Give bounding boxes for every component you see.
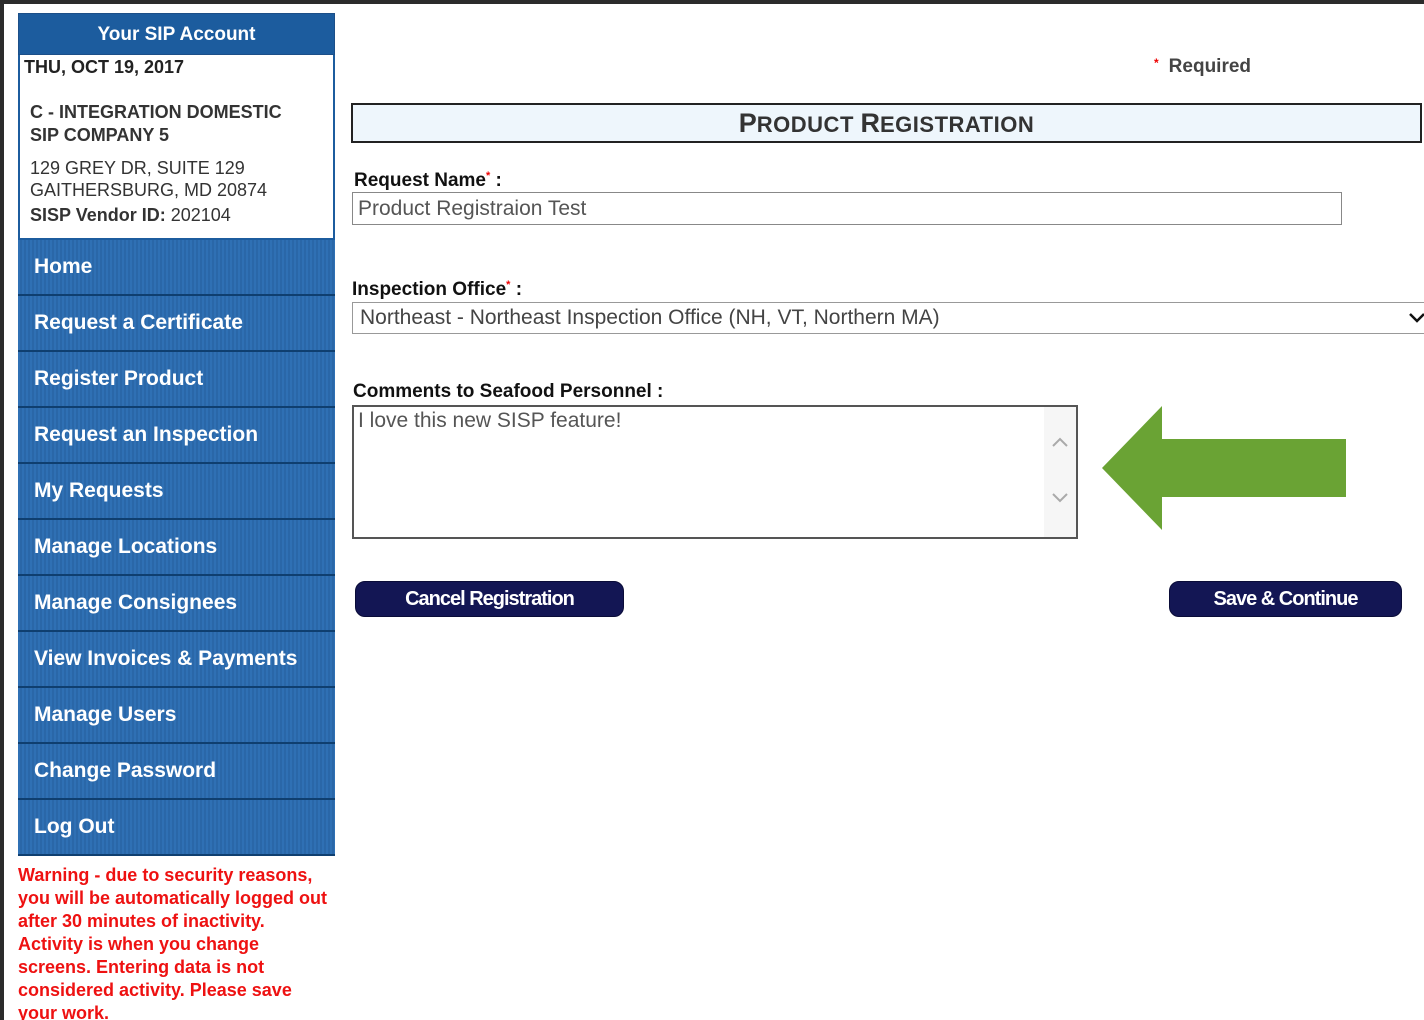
required-star: * <box>1154 56 1159 70</box>
inspection-office-select[interactable]: Northeast - Northeast Inspection Office … <box>352 302 1424 334</box>
address-line-1: 129 GREY DR, SUITE 129 <box>30 158 245 178</box>
comments-value: I love this new SISP feature! <box>358 409 622 432</box>
cancel-registration-button[interactable]: Cancel Registration <box>355 581 624 617</box>
account-date: THU, OCT 19, 2017 <box>24 57 185 77</box>
vendor-id-label: SISP Vendor ID: <box>30 205 166 225</box>
nav-item-manage-users[interactable]: Manage Users <box>18 688 335 744</box>
required-label: Required <box>1168 56 1252 77</box>
nav-item-manage-locations[interactable]: Manage Locations <box>18 520 335 576</box>
nav-item-register-product[interactable]: Register Product <box>18 352 335 408</box>
chevron-down-icon[interactable] <box>1402 303 1424 333</box>
account-company: C - INTEGRATION DOMESTIC SIP COMPANY 5 <box>30 101 330 147</box>
section-title: PRODUCT REGISTRATION <box>351 103 1422 143</box>
chevron-down-icon[interactable] <box>1050 491 1070 505</box>
required-legend: * Required <box>1154 56 1251 78</box>
section-title-part-1: RODUCT <box>756 112 861 137</box>
comments-textarea[interactable]: I love this new SISP feature! <box>352 405 1078 539</box>
account-address: 129 GREY DR, SUITE 129 GAITHERSBURG, MD … <box>30 157 267 201</box>
arrow-left-icon <box>1102 406 1346 530</box>
company-line-1: C - INTEGRATION DOMESTIC <box>30 102 282 122</box>
label-suffix: : <box>510 279 523 300</box>
request-name-input[interactable]: Product Registraion Test <box>352 192 1342 225</box>
nav-item-manage-consignees[interactable]: Manage Consignees <box>18 576 335 632</box>
account-title: Your SIP Account <box>18 13 335 55</box>
inspection-office-value: Northeast - Northeast Inspection Office … <box>360 306 940 329</box>
security-warning: Warning - due to security reasons, you w… <box>18 865 328 1020</box>
comments-label: Comments to Seafood Personnel : <box>353 381 664 402</box>
company-line-2: SIP COMPANY 5 <box>30 125 170 145</box>
label-suffix: : <box>490 170 502 191</box>
nav-item-change-password[interactable]: Change Password <box>18 744 335 800</box>
nav-item-log-out[interactable]: Log Out <box>18 800 335 856</box>
nav-item-request-inspection[interactable]: Request an Inspection <box>18 408 335 464</box>
section-title-cap-2: R <box>860 108 881 138</box>
vendor-id: SISP Vendor ID: 202104 <box>30 205 231 226</box>
inspection-office-label: Inspection Office* : <box>352 279 522 301</box>
sidebar-nav: Home Request a Certificate Register Prod… <box>18 240 335 856</box>
inspection-office-label-text: Inspection Office <box>352 279 507 300</box>
save-continue-button[interactable]: Save & Continue <box>1169 581 1402 617</box>
request-name-label: Request Name* : <box>354 170 502 192</box>
section-title-part-2: EGISTRATION <box>880 112 1035 137</box>
request-name-label-text: Request Name <box>354 170 486 191</box>
vendor-id-value: 202104 <box>170 205 231 225</box>
nav-item-my-requests[interactable]: My Requests <box>18 464 335 520</box>
nav-item-home[interactable]: Home <box>18 240 335 296</box>
address-line-2: GAITHERSBURG, MD 20874 <box>30 180 268 200</box>
sidebar: Your SIP Account THU, OCT 19, 2017 C - I… <box>18 13 335 1020</box>
page: Your SIP Account THU, OCT 19, 2017 C - I… <box>4 4 1424 1020</box>
textarea-scrollbar[interactable] <box>1044 407 1076 537</box>
account-info: THU, OCT 19, 2017 C - INTEGRATION DOMEST… <box>18 55 335 240</box>
nav-item-request-certificate[interactable]: Request a Certificate <box>18 296 335 352</box>
nav-item-invoices-payments[interactable]: View Invoices & Payments <box>18 632 335 688</box>
chevron-up-icon[interactable] <box>1050 435 1070 449</box>
section-title-cap-1: P <box>738 108 757 138</box>
